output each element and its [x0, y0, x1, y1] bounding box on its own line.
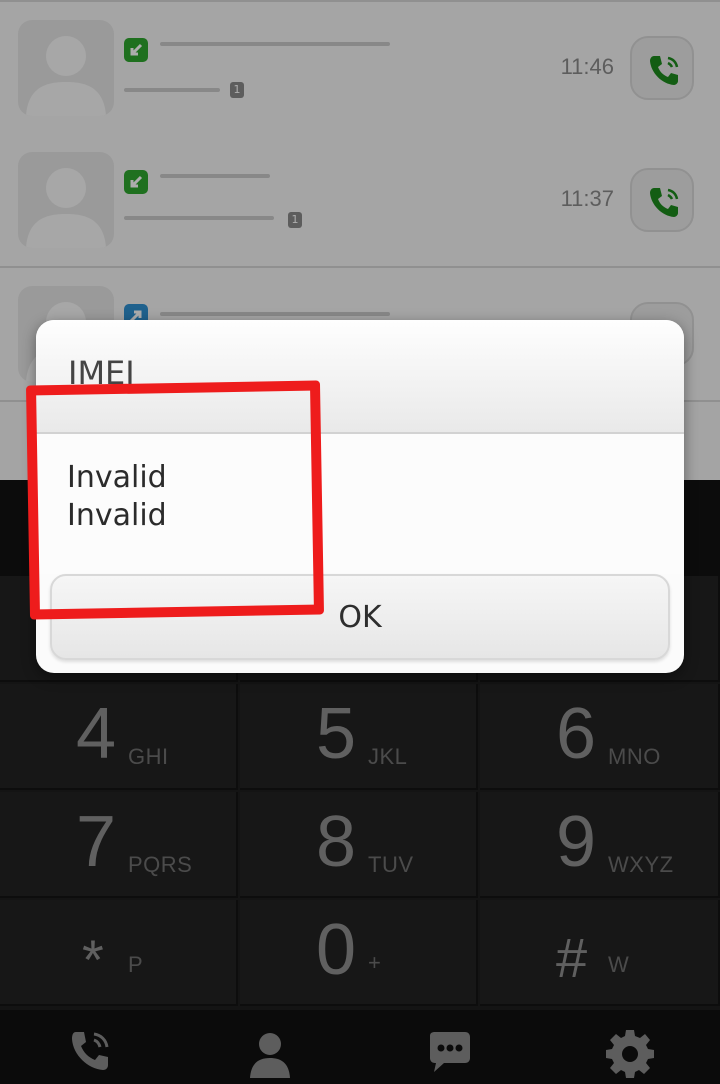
highlight-annotation-box	[25, 380, 325, 620]
